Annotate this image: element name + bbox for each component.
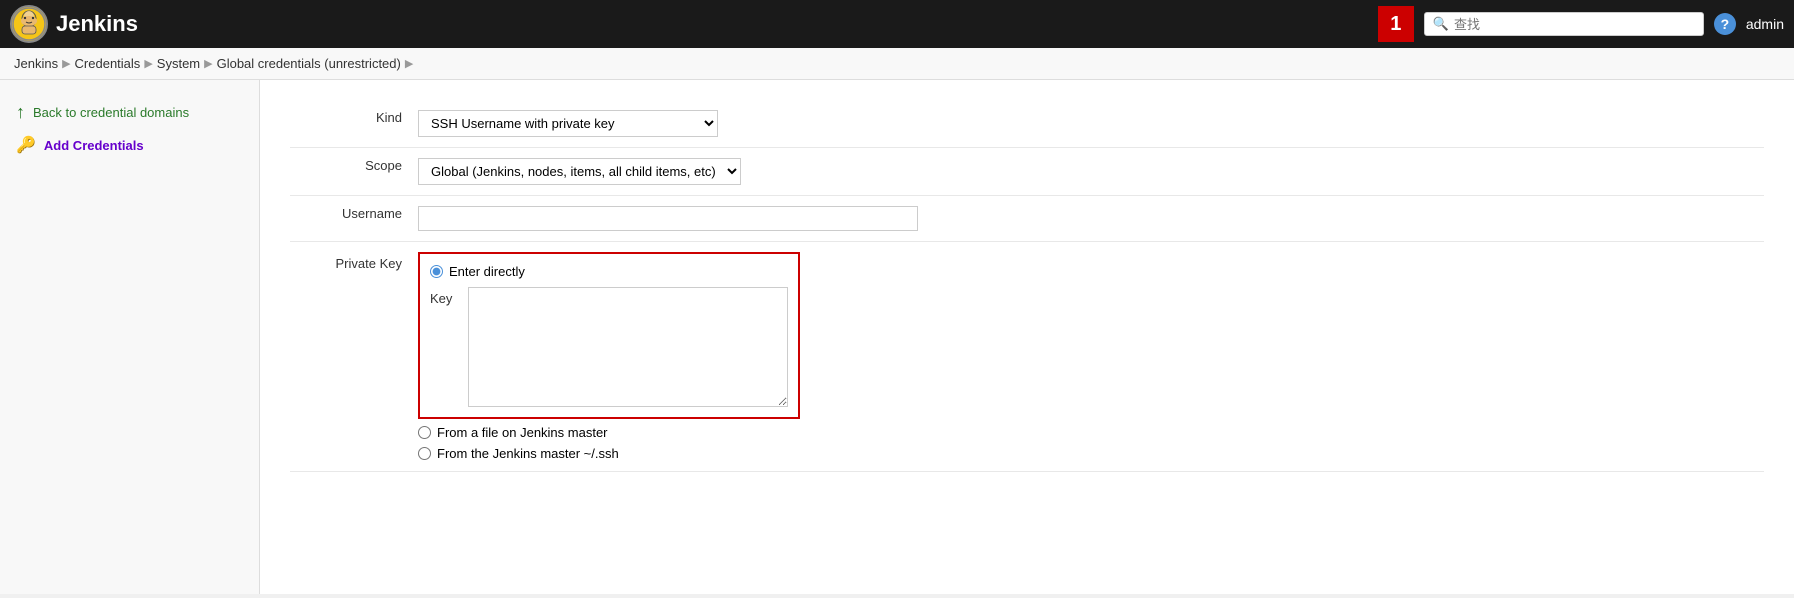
private-key-box: Enter directly Key bbox=[418, 252, 800, 419]
scope-row: Scope Global (Jenkins, nodes, items, all… bbox=[290, 148, 1764, 196]
build-badge[interactable]: 1 bbox=[1378, 6, 1414, 42]
breadcrumb: Jenkins ▶ Credentials ▶ System ▶ Global … bbox=[0, 48, 1794, 80]
breadcrumb-system[interactable]: System bbox=[157, 56, 200, 71]
enter-directly-radio[interactable] bbox=[430, 265, 443, 278]
enter-directly-label: Enter directly bbox=[449, 264, 525, 279]
breadcrumb-sep-1: ▶ bbox=[62, 57, 70, 70]
key-label: Key bbox=[430, 291, 460, 306]
kind-label: Kind bbox=[290, 100, 410, 148]
breadcrumb-sep-3: ▶ bbox=[204, 57, 212, 70]
search-input[interactable] bbox=[1454, 17, 1694, 32]
logo-area: Jenkins bbox=[10, 5, 1368, 43]
key-subrow: Key bbox=[430, 287, 788, 407]
private-key-label: Private Key bbox=[290, 242, 410, 472]
key-textarea[interactable] bbox=[468, 287, 788, 407]
from-ssh-option: From the Jenkins master ~/.ssh bbox=[418, 446, 1756, 461]
private-key-field-cell: Enter directly Key From a file on Jenkin… bbox=[410, 242, 1764, 472]
form-table: Kind SSH Username with private key Scope… bbox=[290, 100, 1764, 472]
admin-label: admin bbox=[1746, 16, 1784, 32]
kind-field-cell: SSH Username with private key bbox=[410, 100, 1764, 148]
enter-directly-option: Enter directly bbox=[430, 264, 788, 279]
main-container: ↑ Back to credential domains 🔑 Add Crede… bbox=[0, 80, 1794, 594]
from-file-option: From a file on Jenkins master bbox=[418, 425, 1756, 440]
sidebar-add-label: Add Credentials bbox=[44, 138, 144, 153]
header: Jenkins 1 🔍 ? admin bbox=[0, 0, 1794, 48]
username-input[interactable] bbox=[418, 206, 918, 231]
sidebar: ↑ Back to credential domains 🔑 Add Crede… bbox=[0, 80, 260, 594]
username-field-cell bbox=[410, 196, 1764, 242]
private-key-row: Private Key Enter directly Key bbox=[290, 242, 1764, 472]
sidebar-item-add-credentials[interactable]: 🔑 Add Credentials bbox=[0, 129, 259, 161]
kind-select[interactable]: SSH Username with private key bbox=[418, 110, 718, 137]
key-icon: 🔑 bbox=[16, 135, 36, 155]
scope-label: Scope bbox=[290, 148, 410, 196]
content-area: Kind SSH Username with private key Scope… bbox=[260, 80, 1794, 594]
breadcrumb-sep-4: ▶ bbox=[405, 57, 413, 70]
kind-row: Kind SSH Username with private key bbox=[290, 100, 1764, 148]
sidebar-item-back[interactable]: ↑ Back to credential domains bbox=[0, 96, 259, 129]
scope-field-cell: Global (Jenkins, nodes, items, all child… bbox=[410, 148, 1764, 196]
scope-select[interactable]: Global (Jenkins, nodes, items, all child… bbox=[418, 158, 741, 185]
from-ssh-radio[interactable] bbox=[418, 447, 431, 460]
from-file-label: From a file on Jenkins master bbox=[437, 425, 608, 440]
help-icon[interactable]: ? bbox=[1714, 13, 1736, 35]
arrow-up-icon: ↑ bbox=[16, 102, 25, 123]
breadcrumb-jenkins[interactable]: Jenkins bbox=[14, 56, 58, 71]
sidebar-back-label: Back to credential domains bbox=[33, 105, 189, 120]
breadcrumb-sep-2: ▶ bbox=[144, 57, 152, 70]
username-label: Username bbox=[290, 196, 410, 242]
logo-text: Jenkins bbox=[56, 11, 138, 37]
from-file-radio[interactable] bbox=[418, 426, 431, 439]
from-ssh-label: From the Jenkins master ~/.ssh bbox=[437, 446, 619, 461]
username-row: Username bbox=[290, 196, 1764, 242]
search-icon: 🔍 bbox=[1433, 16, 1449, 32]
jenkins-logo-icon bbox=[10, 5, 48, 43]
breadcrumb-global-credentials[interactable]: Global credentials (unrestricted) bbox=[217, 56, 401, 71]
search-box: 🔍 bbox=[1424, 12, 1704, 36]
breadcrumb-credentials[interactable]: Credentials bbox=[75, 56, 141, 71]
